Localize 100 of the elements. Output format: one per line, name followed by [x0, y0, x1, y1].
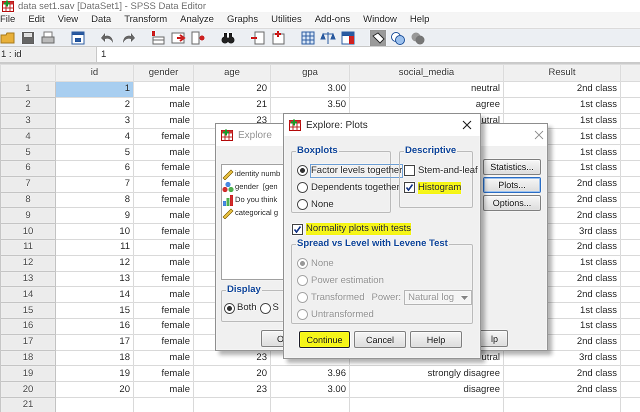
table-cell[interactable]: female [134, 192, 194, 208]
table-cell[interactable]: male [134, 113, 194, 129]
scale-icon[interactable] [320, 30, 336, 46]
table-cell[interactable]: 7 [56, 176, 134, 192]
table-cell[interactable]: 2nd class [504, 82, 620, 98]
circles-icon[interactable] [410, 30, 426, 46]
menu-item[interactable]: Help [410, 14, 430, 26]
table-cell[interactable]: female [134, 366, 194, 382]
table-cell[interactable]: 5 [56, 144, 134, 160]
table-cell[interactable]: female [134, 302, 194, 318]
menu-item[interactable]: Transform [124, 14, 168, 26]
table-cell[interactable]: 1st class [504, 97, 620, 114]
table-cell[interactable]: female [134, 128, 194, 145]
table-cell[interactable]: 13 [56, 271, 134, 287]
column-header[interactable]: gpa [270, 64, 350, 82]
menu-item[interactable]: Analyze [180, 14, 214, 26]
table-cell[interactable]: 9 [56, 208, 134, 224]
table-cell[interactable]: female [134, 176, 194, 192]
window-icon[interactable] [70, 30, 86, 46]
table-cell[interactable]: strongly disagree [350, 366, 504, 382]
dialog-button[interactable]: Cancel [354, 331, 406, 348]
table-cell[interactable]: 15 [56, 302, 134, 318]
table-cell[interactable]: male [134, 239, 194, 256]
table-cell[interactable]: 1 [56, 82, 134, 98]
row-number[interactable]: 3 [0, 113, 56, 129]
row-number[interactable]: 6 [0, 160, 56, 176]
printer-icon[interactable] [40, 30, 56, 46]
row-number[interactable]: 10 [0, 224, 56, 240]
table-cell[interactable]: female [134, 224, 194, 240]
row-number[interactable]: 4 [0, 128, 56, 145]
radio-button[interactable] [260, 302, 271, 314]
row-number[interactable]: 7 [0, 176, 56, 192]
table-cell[interactable]: 14 [56, 286, 134, 303]
menu-item[interactable]: Window [363, 14, 397, 26]
radio-button[interactable] [297, 165, 308, 176]
table-cell[interactable]: 16 [56, 318, 134, 334]
table-cell[interactable]: female [134, 160, 194, 176]
dialog-button[interactable]: Help [410, 331, 462, 348]
table-cell[interactable]: 10 [56, 224, 134, 240]
table-cell[interactable]: 2nd class [504, 382, 620, 398]
menu-item[interactable]: Utilities [271, 14, 302, 26]
radio-button[interactable] [224, 302, 235, 314]
row-number[interactable]: 5 [0, 144, 56, 160]
row-number[interactable]: 20 [0, 382, 56, 398]
row-number[interactable]: 8 [0, 192, 56, 208]
table-cell[interactable]: 8 [56, 192, 134, 208]
row-number[interactable]: 16 [0, 318, 56, 334]
table-cell[interactable]: 2 [56, 97, 134, 114]
table-cell[interactable]: male [134, 97, 194, 114]
cell-value-field[interactable]: 1 [97, 47, 640, 62]
menu-item[interactable]: Graphs [226, 14, 258, 26]
row-number[interactable]: 11 [0, 239, 56, 256]
table-cell[interactable]: male [134, 208, 194, 224]
dialog-button[interactable]: Statistics... [483, 159, 541, 175]
column-header[interactable]: Result [504, 64, 620, 82]
cell-name-field[interactable]: 1 : id [0, 47, 97, 62]
row-number[interactable]: 9 [0, 208, 56, 224]
row-number[interactable]: 19 [0, 366, 56, 382]
table-cell[interactable]: male [134, 286, 194, 303]
row-number[interactable]: 18 [0, 350, 56, 366]
table-cell[interactable]: 4 [56, 128, 134, 145]
table-cell[interactable]: male [134, 82, 194, 98]
radio-button[interactable] [297, 182, 308, 193]
table-cell[interactable]: female [134, 318, 194, 334]
table-cell[interactable]: 21 [194, 97, 270, 114]
table-cell[interactable]: neutral [350, 82, 504, 98]
table-cell[interactable]: female [134, 271, 194, 287]
table-cell[interactable]: 6 [56, 160, 134, 176]
circles-icon[interactable] [390, 30, 406, 46]
menu-item[interactable]: File [0, 14, 16, 26]
row-number[interactable]: 2 [0, 97, 56, 114]
checkbox[interactable] [404, 165, 415, 176]
table-cell[interactable]: 18 [56, 350, 134, 366]
close-icon[interactable] [462, 120, 472, 130]
menu-item[interactable]: View [58, 14, 78, 26]
row-number[interactable]: 14 [0, 286, 56, 303]
dialog-button[interactable]: lp [478, 330, 508, 347]
column-header[interactable]: age [194, 64, 270, 82]
table-cell[interactable]: 11 [56, 239, 134, 256]
menu-item[interactable]: Edit [28, 14, 45, 26]
dialog-button[interactable]: Continue [299, 331, 350, 348]
table-cell[interactable]: 17 [56, 334, 134, 350]
column-header[interactable]: gender [134, 64, 194, 82]
row-number[interactable]: 13 [0, 271, 56, 287]
table-cell[interactable]: 19 [56, 366, 134, 382]
variables-icon[interactable] [190, 30, 206, 46]
table-cell[interactable]: female [134, 334, 194, 350]
row-number[interactable]: 1 [0, 82, 56, 98]
table-cell[interactable]: 3 [56, 113, 134, 129]
checkbox[interactable] [404, 182, 415, 193]
row-number[interactable]: 21 [0, 397, 56, 412]
column-header[interactable]: social_media [350, 64, 504, 82]
table-cell[interactable]: 23 [194, 382, 270, 398]
table-cell[interactable]: male [134, 382, 194, 398]
table-cell[interactable]: 20 [56, 382, 134, 398]
checkbox[interactable] [292, 224, 303, 234]
table-cell[interactable]: disagree [350, 382, 504, 398]
table-cell[interactable]: 3.00 [270, 82, 350, 98]
dialog-button[interactable]: Plots... [483, 177, 541, 193]
row-number[interactable]: 17 [0, 334, 56, 350]
